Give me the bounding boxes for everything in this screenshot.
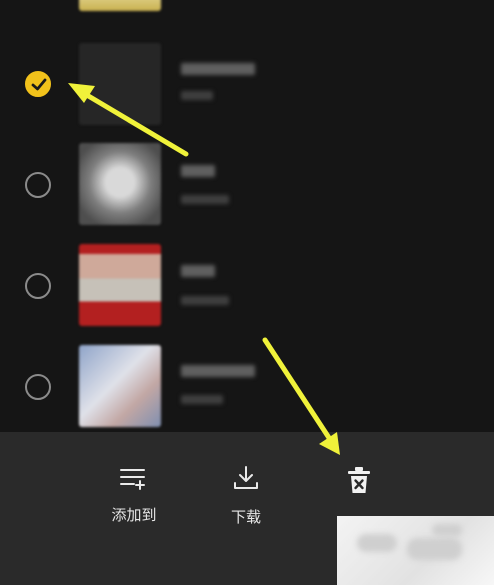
checkbox[interactable] xyxy=(25,273,51,299)
trash-icon xyxy=(348,467,370,493)
image-overlay xyxy=(337,516,494,585)
song-artist xyxy=(181,195,229,204)
song-title xyxy=(181,165,215,177)
song-artist xyxy=(181,91,213,100)
album-cover xyxy=(79,345,161,427)
download-label: 下载 xyxy=(230,508,261,526)
checkbox[interactable] xyxy=(25,172,51,198)
song-artist xyxy=(181,395,223,404)
checkbox[interactable] xyxy=(25,374,51,400)
song-artist xyxy=(181,296,229,305)
download-button[interactable]: 下载 xyxy=(216,464,276,527)
list-item[interactable] xyxy=(0,0,494,20)
playlist-add-icon xyxy=(120,469,145,490)
song-list xyxy=(0,0,494,432)
download-icon xyxy=(234,466,258,489)
add-to-label: 添加到 xyxy=(111,506,157,524)
album-cover xyxy=(79,0,161,11)
album-cover xyxy=(79,43,161,125)
song-title xyxy=(181,265,215,277)
list-item[interactable] xyxy=(0,135,494,235)
album-cover xyxy=(79,244,161,326)
add-to-button[interactable]: 添加到 xyxy=(107,464,161,525)
album-cover xyxy=(79,143,161,225)
song-title xyxy=(181,63,255,75)
song-title xyxy=(181,365,255,377)
list-item[interactable] xyxy=(0,33,494,133)
list-item[interactable] xyxy=(0,339,494,439)
list-item[interactable] xyxy=(0,237,494,337)
check-icon xyxy=(31,78,47,91)
delete-button[interactable] xyxy=(344,465,374,499)
checkbox-checked[interactable] xyxy=(25,71,51,97)
